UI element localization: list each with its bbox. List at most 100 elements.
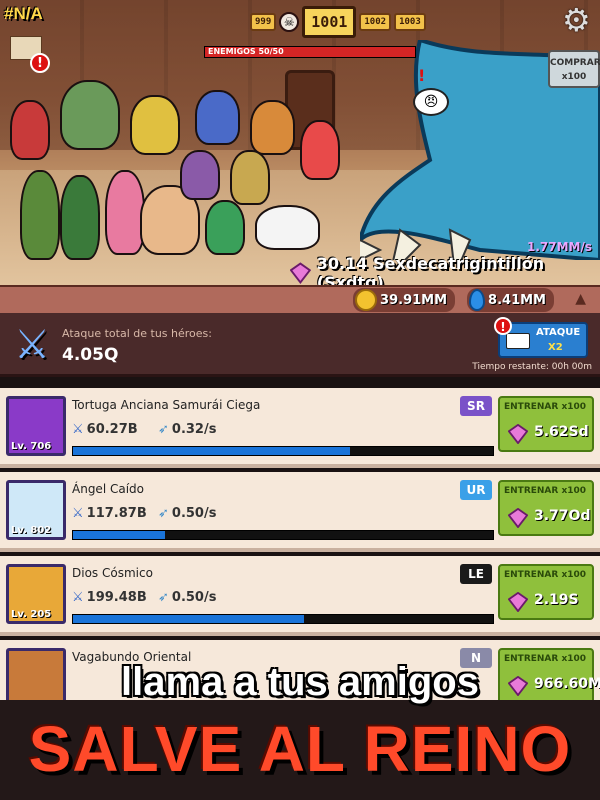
speed-stat: ➶ 0.50/s [158,506,216,521]
level-previous: 999 [250,13,277,31]
rarity-badge: LE [460,564,492,584]
train-x100-button[interactable]: ENTRENAR x100 5.62Sd [498,396,594,452]
hero-sprite [60,80,120,150]
train-button-label: ENTRENAR x100 [504,402,587,412]
coin-value: 39.91MM [380,292,448,308]
hero-sprite [10,100,50,160]
attack-stat-value: 117.87B [86,506,147,521]
level-next: 1002 [359,13,392,31]
level-next-2: 1003 [394,13,426,31]
hero-sprite [180,150,220,200]
alert-icon: ! [418,66,426,85]
attack-label: Ataque total de tus héroes: [62,327,212,340]
train-cost: 3.77Od [534,508,591,524]
currency-bar: 39.91MM 8.41MM [0,285,600,313]
level-current: 1001 [302,6,357,38]
hero-name: Ángel Caído [72,482,144,496]
ticket-icon [506,333,530,349]
coin-counter: 39.91MM [353,288,456,312]
drop-value: 8.41MM [488,292,546,308]
buy-x100-button[interactable]: COMPRAR x100 [548,50,600,88]
hero-sprite [60,175,100,260]
crossed-swords-icon: ⚔ [14,322,50,368]
train-cost: 2.19S [534,592,579,608]
attack-stat: ⚔ 60.27B [72,422,138,437]
crossed-swords-icon: ⚔ [72,590,84,605]
hero-portrait[interactable]: Lv. 802 [6,480,66,540]
crossed-swords-icon: ⚔ [72,422,84,437]
coin-icon [355,289,378,311]
train-cost: 5.62Sd [534,424,589,440]
hero-sprite [20,170,60,260]
hero-sprite [255,205,320,250]
hero-progress-fill [73,447,351,455]
rarity-badge: UR [460,480,492,500]
alert-icon: ! [30,53,50,73]
speed-feather-icon: ➶ [158,422,169,437]
speed-feather-icon: ➶ [158,506,169,521]
hero-sprite [130,95,180,155]
attack-button-label: ATAQUE [536,327,581,338]
speed-stat-value: 0.50/s [171,506,217,521]
hero-name: Tortuga Anciana Samurái Ciega [72,398,261,412]
hero-sprite [105,170,145,255]
water-drop-icon [469,289,486,311]
enemies-label: ENEMIGOS 50/50 [208,47,284,56]
skull-icon: ☠ [279,12,300,32]
speed-stat: ➶ 0.32/s [158,422,216,437]
drop-counter: 8.41MM [467,288,554,312]
hero-progress-fill [73,615,304,623]
hero-sprite [195,90,240,145]
hero-progress-fill [73,531,166,539]
alert-icon: ! [494,317,512,335]
speech-bubble-icon: 😠 [413,88,449,116]
speed-feather-icon: ➶ [158,590,169,605]
train-button-label: ENTRENAR x100 [504,570,587,580]
speed-stat: ➶ 0.50/s [158,590,216,605]
train-x100-button[interactable]: ENTRENAR x100 2.19S [498,564,594,620]
attack-button-multiplier: X2 [548,342,563,353]
hero-sprite [230,150,270,205]
attack-stat: ⚔ 199.48B [72,590,147,605]
gem-total: 30.14 Sexdecatrigintillón (Sxdtg) [290,254,600,285]
list-item: Lv. 205 Dios Cósmico LE ⚔ 199.48B ➶ 0.50… [0,556,600,636]
crossed-swords-icon: ⚔ [72,506,84,521]
list-item: Lv. 802 Ángel Caído UR ⚔ 117.87B ➶ 0.50/… [0,472,600,552]
hero-sprite [205,200,245,255]
hero-level: Lv. 706 [11,441,52,452]
gem-total-value: 30.14 Sexdecatrigintillón (Sxdtg) [316,254,545,285]
gem-icon [290,262,311,284]
hero-sprite [300,120,340,180]
speed-stat-value: 0.50/s [171,590,217,605]
hero-sprite [250,100,295,155]
rarity-badge: SR [460,396,492,416]
hero-progress-bar [72,530,494,540]
battle-scene: #N/A ! 999 ☠ 1001 1002 1003 ⚙ ENEMIGOS 5… [0,0,600,285]
train-x100-button[interactable]: ENTRENAR x100 3.77Od [498,480,594,536]
collapse-arrow-icon[interactable]: ▲ [575,291,586,307]
hero-progress-bar [72,614,494,624]
promo-subtitle: llama a tus amigos [121,660,479,704]
hero-portrait[interactable]: Lv. 706 [6,396,66,456]
hero-progress-bar [72,446,494,456]
speed-stat-value: 0.32/s [171,422,217,437]
hero-portrait[interactable]: Lv. 205 [6,564,66,624]
hero-level: Lv. 802 [11,525,52,536]
damage-per-second: 1.77MM/s [526,240,592,254]
list-item: Lv. 706 Tortuga Anciana Samurái Ciega SR… [0,388,600,468]
gem-icon [508,508,528,528]
attack-stat-value: 199.48B [86,590,147,605]
level-strip: 999 ☠ 1001 1002 1003 [250,6,426,38]
attack-stat: ⚔ 117.87B [72,506,147,521]
train-button-label: ENTRENAR x100 [504,486,587,496]
hero-level: Lv. 205 [11,609,52,620]
gem-icon [508,424,528,444]
attack-stat-value: 60.27B [86,422,138,437]
attack-value: 4.05Q [62,345,119,365]
time-remaining: Tiempo restante: 00h 00m [472,362,592,372]
hero-name: Dios Cósmico [72,566,153,580]
gear-icon[interactable]: ⚙ [562,4,594,36]
promo-title: SALVE AL REINO [28,713,572,785]
rank-badge: #N/A [4,4,43,23]
gem-icon [508,592,528,612]
